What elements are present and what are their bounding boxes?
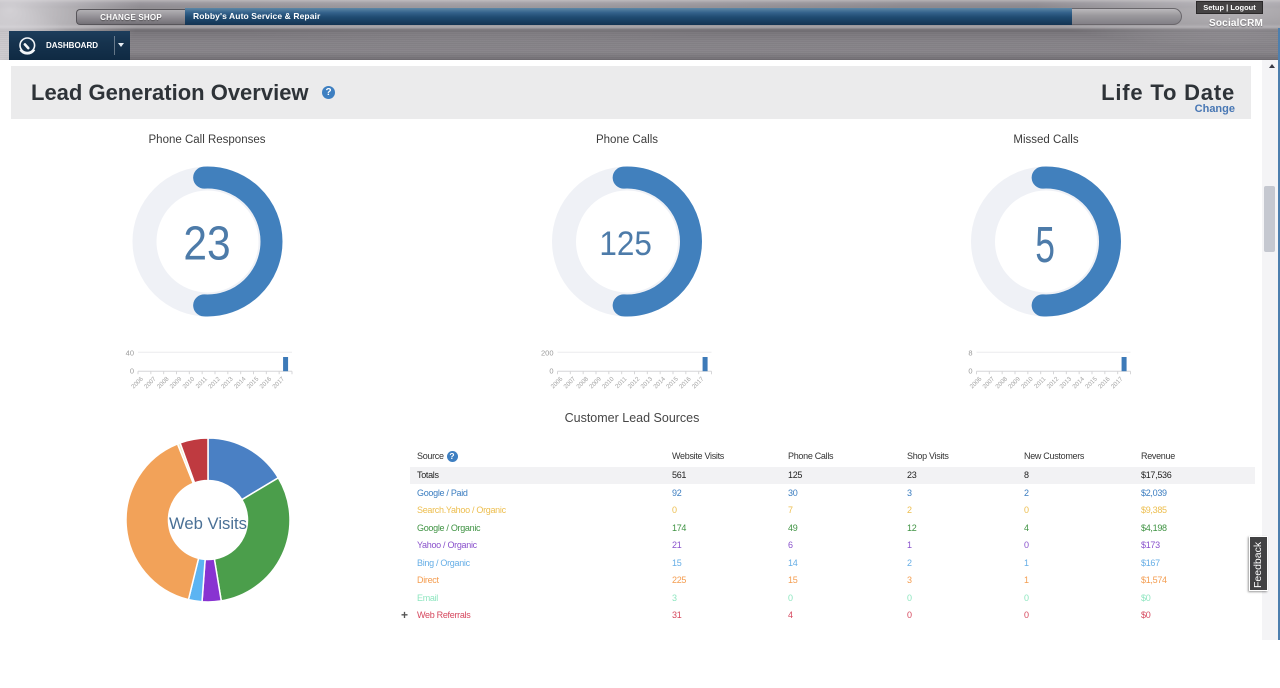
svg-text:8: 8 bbox=[968, 348, 972, 357]
svg-text:2008: 2008 bbox=[575, 375, 590, 390]
svg-text:Web Visits: Web Visits bbox=[169, 514, 247, 533]
svg-text:2011: 2011 bbox=[1033, 375, 1048, 390]
svg-text:2010: 2010 bbox=[1020, 375, 1035, 390]
svg-text:2009: 2009 bbox=[588, 375, 603, 390]
svg-text:2014: 2014 bbox=[652, 375, 667, 390]
svg-text:40: 40 bbox=[126, 348, 134, 357]
svg-text:2012: 2012 bbox=[627, 375, 642, 390]
svg-text:0: 0 bbox=[549, 367, 553, 376]
svg-text:2006: 2006 bbox=[969, 375, 984, 390]
svg-text:2011: 2011 bbox=[614, 375, 629, 390]
svg-text:2017: 2017 bbox=[1110, 375, 1125, 390]
svg-text:2015: 2015 bbox=[1084, 375, 1099, 390]
svg-text:2007: 2007 bbox=[562, 375, 577, 390]
svg-text:2016: 2016 bbox=[1097, 375, 1112, 390]
svg-text:2008: 2008 bbox=[994, 375, 1009, 390]
svg-text:125: 125 bbox=[599, 225, 652, 263]
svg-text:2007: 2007 bbox=[981, 375, 996, 390]
svg-text:2012: 2012 bbox=[1046, 375, 1061, 390]
svg-text:2006: 2006 bbox=[550, 375, 565, 390]
svg-text:0: 0 bbox=[968, 367, 972, 376]
svg-text:200: 200 bbox=[541, 348, 554, 357]
svg-text:2013: 2013 bbox=[1058, 375, 1073, 390]
svg-text:2017: 2017 bbox=[691, 375, 706, 390]
svg-text:2010: 2010 bbox=[601, 375, 616, 390]
svg-text:5: 5 bbox=[1035, 216, 1055, 273]
svg-text:2016: 2016 bbox=[678, 375, 693, 390]
svg-text:2015: 2015 bbox=[665, 375, 680, 390]
svg-text:2013: 2013 bbox=[639, 375, 654, 390]
svg-text:2009: 2009 bbox=[1007, 375, 1022, 390]
svg-text:2014: 2014 bbox=[1071, 375, 1086, 390]
svg-text:23: 23 bbox=[183, 217, 230, 270]
